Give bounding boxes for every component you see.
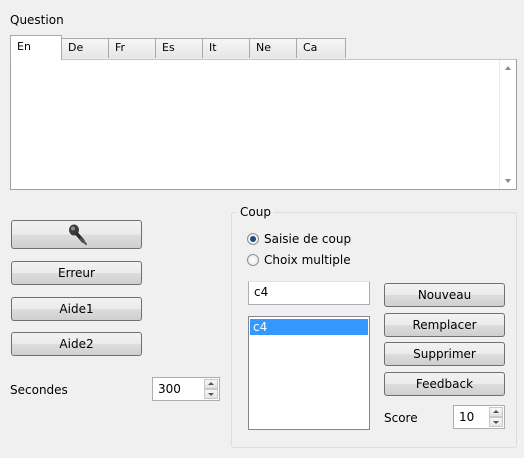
help2-button[interactable]: Aide2	[11, 332, 142, 356]
moves-list[interactable]: c4	[248, 316, 370, 430]
tab-de[interactable]: De	[61, 38, 109, 58]
radio-multiple-choice-label[interactable]: Choix multiple	[264, 253, 351, 267]
score-label: Score	[384, 411, 418, 425]
score-decrement-icon[interactable]	[489, 417, 503, 427]
help1-button-label: Aide1	[59, 302, 94, 316]
feedback-button[interactable]: Feedback	[384, 372, 505, 396]
tab-fr[interactable]: Fr	[108, 38, 156, 58]
error-button[interactable]: Erreur	[11, 261, 142, 285]
microphone-icon	[69, 224, 87, 245]
list-item[interactable]: c4	[250, 319, 368, 335]
tab-ne[interactable]: Ne	[249, 38, 297, 58]
tab-ca[interactable]: Ca	[296, 38, 346, 58]
question-scrollbar[interactable]	[499, 60, 516, 189]
tab-en[interactable]: En	[10, 35, 62, 60]
score-spinner[interactable]: 10	[453, 405, 505, 429]
seconds-value: 300	[158, 382, 181, 396]
seconds-increment-icon[interactable]	[204, 379, 218, 389]
tab-label: En	[17, 40, 31, 53]
question-label: Question	[10, 13, 64, 27]
feedback-button-label: Feedback	[415, 377, 474, 391]
help1-button[interactable]: Aide1	[11, 297, 142, 321]
seconds-decrement-icon[interactable]	[204, 389, 218, 399]
scroll-up-icon[interactable]	[505, 66, 511, 70]
coup-group-title: Coup	[237, 205, 274, 219]
tab-label: Es	[162, 41, 175, 54]
error-button-label: Erreur	[58, 266, 95, 280]
tab-label: De	[68, 41, 84, 54]
replace-button-label: Remplacer	[412, 318, 477, 332]
tab-label: Fr	[115, 41, 126, 54]
delete-button-label: Supprimer	[413, 347, 476, 361]
help2-button-label: Aide2	[59, 337, 94, 351]
radio-move-entry-label[interactable]: Saisie de coup	[264, 232, 351, 246]
question-textarea[interactable]	[10, 59, 517, 190]
move-input-value: c4	[254, 285, 269, 299]
radio-move-entry[interactable]	[247, 233, 259, 245]
question-text	[11, 60, 516, 66]
seconds-spinner[interactable]: 300	[152, 377, 220, 401]
scroll-down-icon[interactable]	[505, 179, 511, 183]
new-button-label: Nouveau	[417, 288, 472, 302]
score-value: 10	[459, 410, 475, 424]
score-increment-icon[interactable]	[489, 407, 503, 417]
replace-button[interactable]: Remplacer	[384, 313, 505, 337]
new-button[interactable]: Nouveau	[384, 283, 505, 307]
tab-label: Ca	[303, 41, 318, 54]
tab-label: It	[209, 41, 217, 54]
tab-label: Ne	[256, 41, 271, 54]
seconds-label: Secondes	[10, 383, 68, 397]
tab-it[interactable]: It	[202, 38, 250, 58]
tab-es[interactable]: Es	[155, 38, 203, 58]
radio-multiple-choice[interactable]	[247, 254, 259, 266]
move-input[interactable]: c4	[248, 281, 370, 305]
record-button[interactable]	[11, 220, 142, 249]
delete-button[interactable]: Supprimer	[384, 342, 505, 366]
